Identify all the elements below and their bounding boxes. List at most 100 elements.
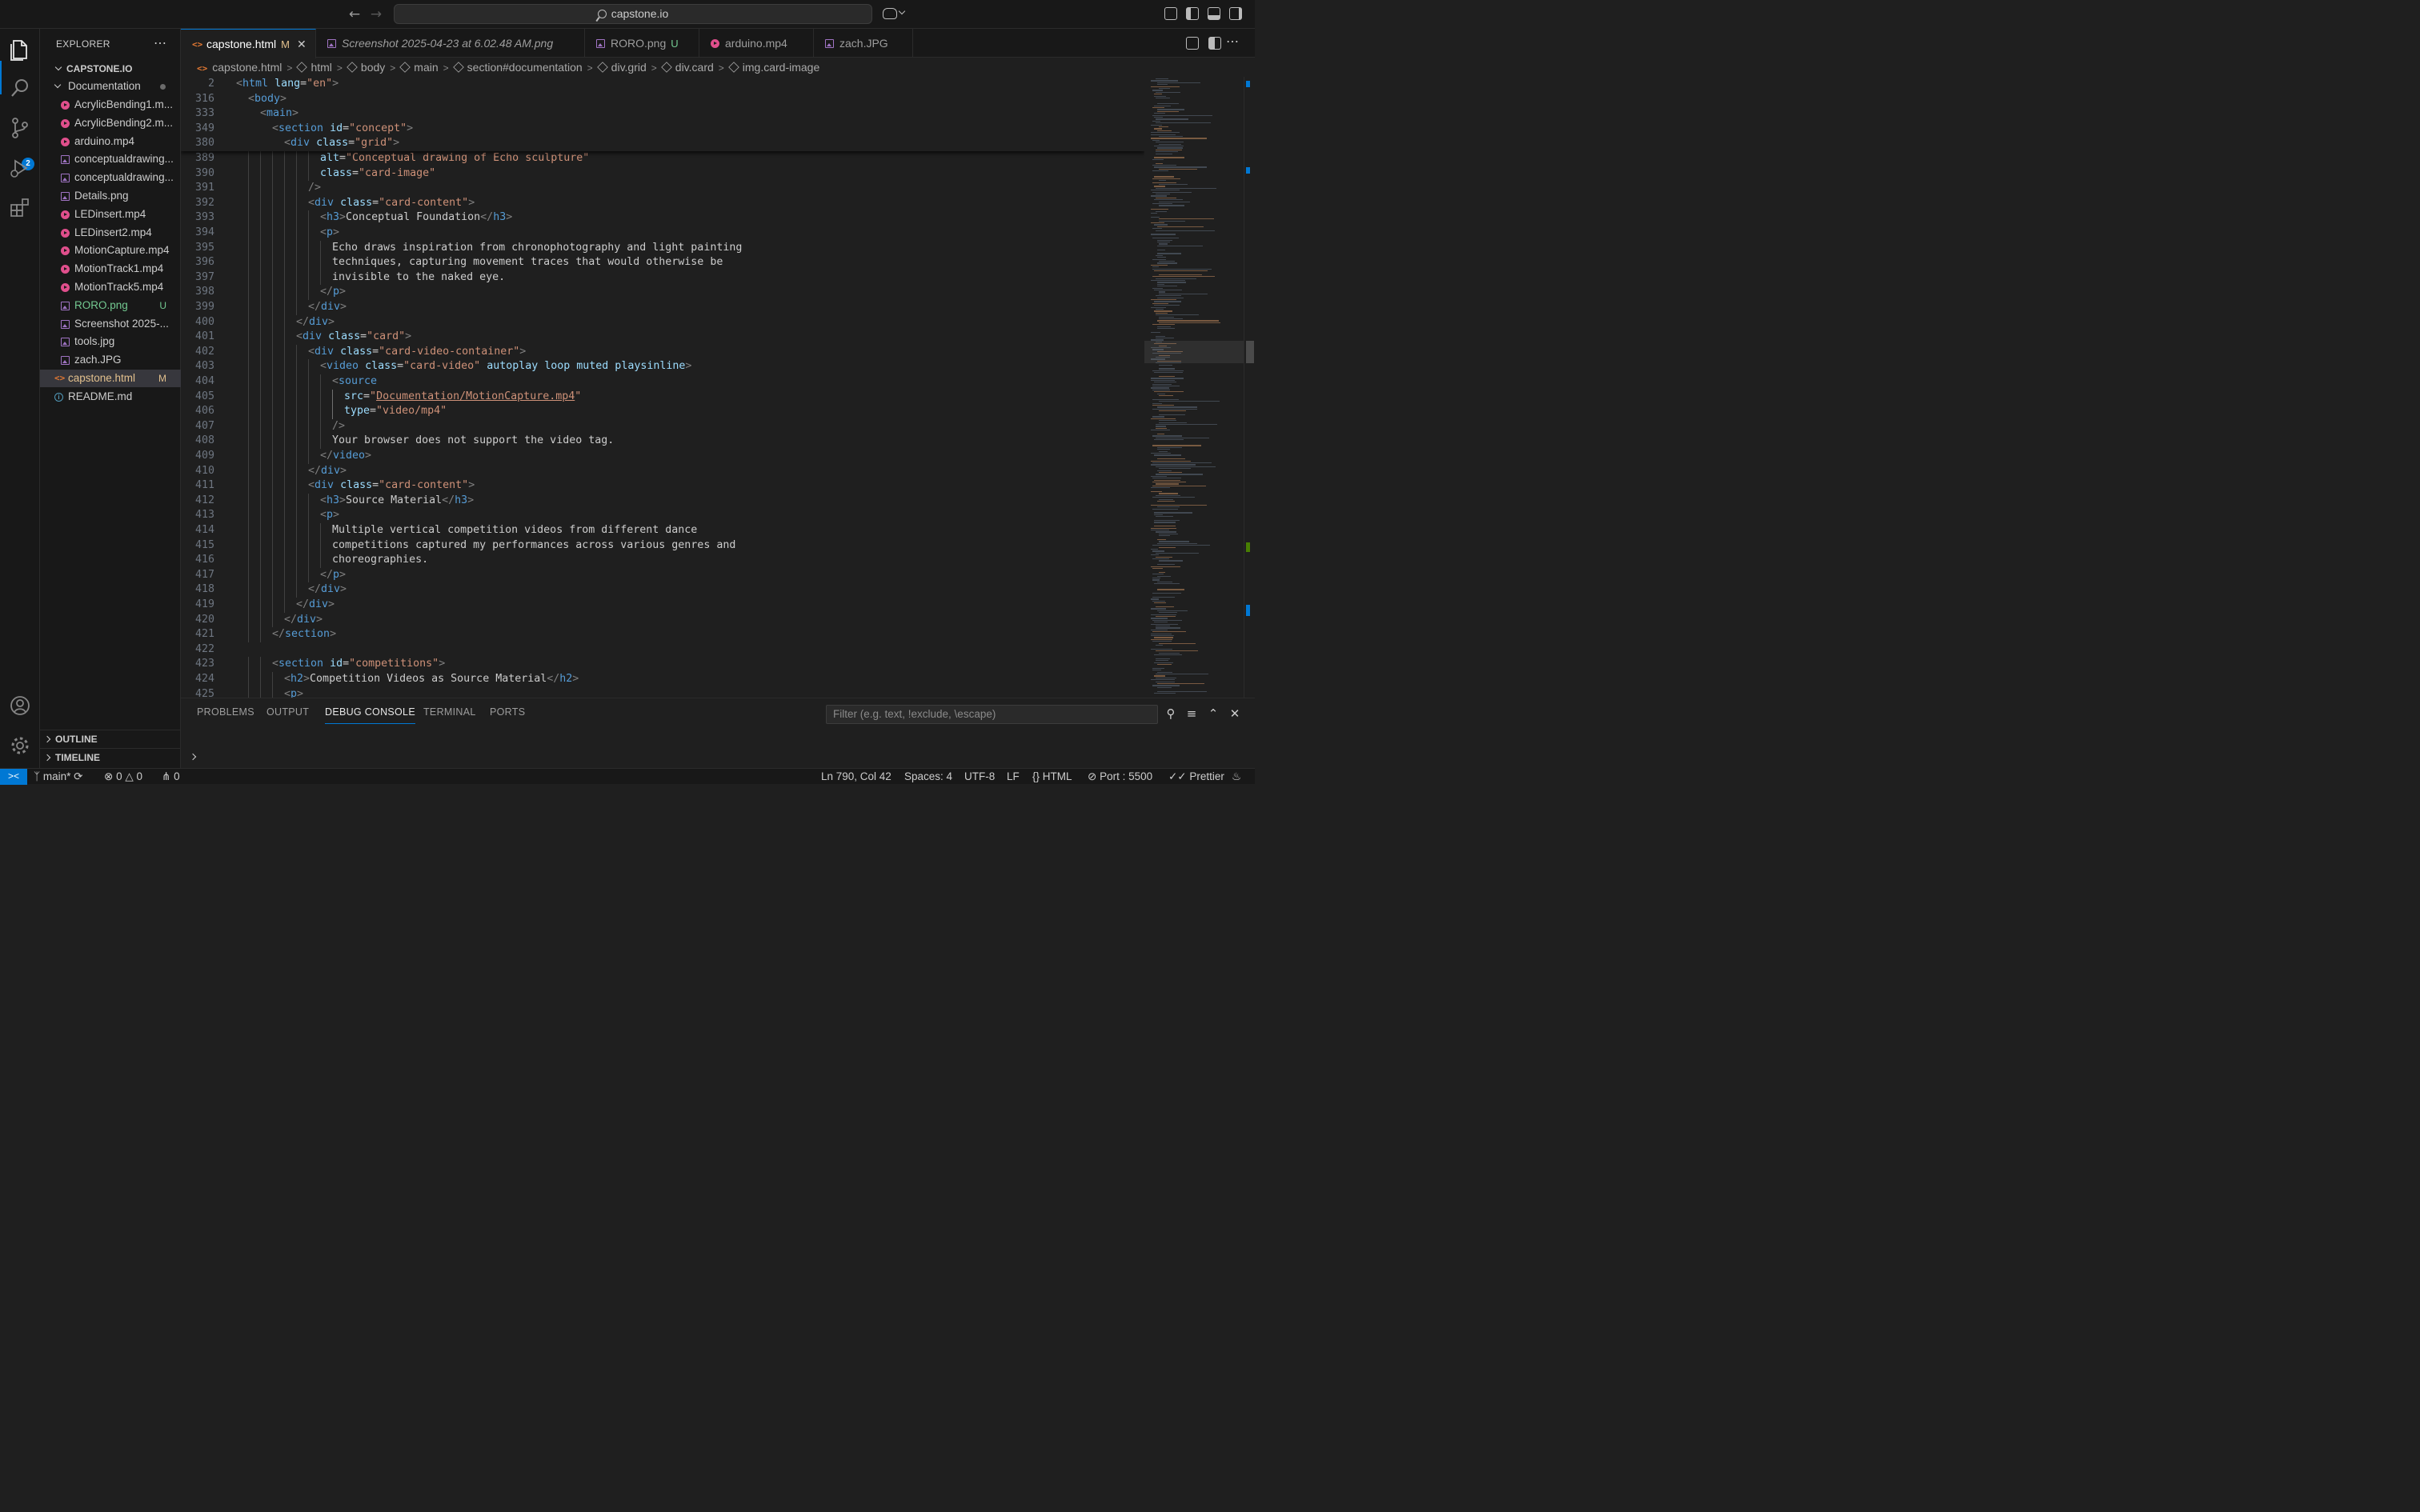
tab-ports[interactable]: PORTS xyxy=(490,706,525,724)
clear-console-icon[interactable]: ≡ xyxy=(1184,706,1199,721)
back-arrow-icon[interactable]: ← xyxy=(346,5,363,24)
list-item[interactable]: LEDinsert.mp4 xyxy=(40,206,181,223)
chevron-down-icon[interactable] xyxy=(898,7,906,15)
breadcrumb-item[interactable]: section#documentation xyxy=(452,61,583,74)
compare-changes-icon[interactable] xyxy=(1186,37,1199,50)
minimap-line xyxy=(1159,316,1174,318)
tab-screenshot[interactable]: Screenshot 2025-04-23 at 6.02.48 AM.png xyxy=(316,29,585,58)
list-item[interactable]: Details.png xyxy=(40,187,181,205)
scrollbar-thumb[interactable] xyxy=(1246,341,1254,363)
copilot-icon[interactable] xyxy=(883,8,897,19)
indent-guide xyxy=(260,151,261,166)
list-item[interactable]: MotionCapture.mp4 xyxy=(40,242,181,259)
image-icon xyxy=(596,39,605,48)
end-of-line[interactable]: LF xyxy=(1007,769,1020,784)
breadcrumb-item[interactable]: div.grid xyxy=(596,61,647,74)
run-debug-icon[interactable] xyxy=(7,155,33,181)
minimap-line xyxy=(1157,686,1172,689)
tab-terminal[interactable]: TERMINAL xyxy=(423,706,476,724)
video-icon xyxy=(61,246,70,256)
toggle-secondary-sidebar-icon[interactable] xyxy=(1229,7,1242,20)
breadcrumb-item[interactable]: img.card-image xyxy=(727,61,819,74)
tab-output[interactable]: OUTPUT xyxy=(266,706,309,724)
code-token: " xyxy=(370,390,377,402)
list-item[interactable]: AcrylicBending2.m... xyxy=(40,114,181,132)
account-icon[interactable] xyxy=(7,693,33,718)
list-item[interactable]: Screenshot 2025-... xyxy=(40,315,181,333)
list-item[interactable]: zach.JPG xyxy=(40,351,181,369)
tab-problems[interactable]: PROBLEMS xyxy=(197,706,254,724)
list-item[interactable]: arduino.mp4 xyxy=(40,133,181,150)
tab-capstone-html[interactable]: <> capstone.html M ✕ xyxy=(181,29,316,58)
breadcrumb-item[interactable]: html xyxy=(296,61,332,74)
toggle-panel-icon[interactable] xyxy=(1208,7,1220,20)
code-line: <h3>Source Material</h3> xyxy=(320,494,474,509)
extensions-icon[interactable] xyxy=(7,195,33,221)
branch-indicator[interactable]: ᛉ main* ⟳ xyxy=(34,769,82,784)
list-item[interactable]: MotionTrack5.mp4 xyxy=(40,278,181,296)
list-item[interactable]: RORO.png U xyxy=(40,297,181,314)
notifications-bell-icon[interactable]: ♨ xyxy=(1232,769,1241,784)
close-icon[interactable]: ✕ xyxy=(297,38,307,50)
minimap-line xyxy=(1151,132,1180,134)
outline-section[interactable]: OUTLINE xyxy=(40,730,181,747)
problems-indicator[interactable]: ⊗ 0 △ 0 xyxy=(104,769,142,784)
warning-icon: △ xyxy=(125,770,134,782)
folder-documentation[interactable]: Documentation xyxy=(40,78,181,95)
editor-scrollbar[interactable] xyxy=(1244,77,1255,698)
cursor-position[interactable]: Ln 790, Col 42 xyxy=(821,769,891,784)
prettier-status[interactable]: ✓✓ Prettier xyxy=(1168,769,1224,784)
more-actions-icon[interactable]: ⋯ xyxy=(1226,34,1239,50)
encoding[interactable]: UTF-8 xyxy=(964,769,995,784)
minimap-line xyxy=(1156,335,1165,337)
file-name: zach.JPG xyxy=(74,354,122,366)
line-number: 423 xyxy=(194,658,214,670)
list-item[interactable]: MotionTrack1.mp4 xyxy=(40,260,181,278)
remote-indicator-icon[interactable]: >< xyxy=(0,769,27,785)
workspace-root[interactable]: CAPSTONE.IO xyxy=(40,60,181,78)
list-item[interactable]: i README.md xyxy=(40,388,181,406)
indent-guide xyxy=(260,344,261,360)
code-line: <p> xyxy=(284,687,303,698)
breadcrumb-item[interactable]: main xyxy=(399,61,439,74)
list-item[interactable]: AcrylicBending1.m... xyxy=(40,96,181,114)
close-panel-icon[interactable]: ✕ xyxy=(1228,706,1242,721)
explorer-icon[interactable] xyxy=(7,36,33,62)
list-item[interactable]: conceptualdrawing... xyxy=(40,169,181,186)
minimap-line xyxy=(1151,504,1207,506)
language-mode[interactable]: {} HTML xyxy=(1032,769,1072,784)
split-editor-icon[interactable] xyxy=(1208,37,1221,50)
list-item[interactable]: <> capstone.html M xyxy=(40,370,181,387)
ports-indicator[interactable]: ⋔ 0 xyxy=(162,769,180,784)
breadcrumb-item[interactable]: <> capstone.html xyxy=(197,61,282,74)
video-icon xyxy=(61,283,70,292)
toggle-primary-sidebar-icon[interactable] xyxy=(1186,7,1199,20)
code-editor[interactable]: 389 alt="Conceptual drawing of Echo sculp… xyxy=(181,77,1144,698)
breadcrumb-item[interactable]: div.card xyxy=(660,61,714,74)
list-item[interactable]: tools.jpg xyxy=(40,333,181,350)
minimap[interactable] xyxy=(1144,77,1244,698)
maximize-panel-icon[interactable]: ⌃ xyxy=(1206,706,1220,721)
list-item[interactable]: conceptualdrawing... xyxy=(40,150,181,168)
tab-debug-console[interactable]: DEBUG CONSOLE xyxy=(325,706,415,724)
filter-input[interactable]: Filter (e.g. text, !exclude, \escape) xyxy=(826,705,1158,724)
video-icon xyxy=(61,137,70,146)
code-token: id xyxy=(330,658,343,670)
search-icon[interactable] xyxy=(7,75,33,101)
indentation[interactable]: Spaces: 4 xyxy=(904,769,952,784)
customize-layout-icon[interactable] xyxy=(1164,7,1177,20)
source-control-icon[interactable] xyxy=(7,115,33,141)
more-actions-icon[interactable]: ⋯ xyxy=(154,35,167,51)
breadcrumb-item[interactable]: body xyxy=(347,61,385,74)
timeline-section[interactable]: TIMELINE xyxy=(40,748,181,766)
tab-arduino-mp4[interactable]: arduino.mp4 xyxy=(699,29,814,58)
command-center-search[interactable]: capstone.io xyxy=(394,4,872,24)
tab-zach-jpg[interactable]: zach.JPG xyxy=(814,29,913,58)
list-item[interactable]: LEDinsert2.mp4 xyxy=(40,224,181,242)
search-icon[interactable]: ⚲ xyxy=(1164,706,1178,721)
forward-arrow-icon[interactable]: → xyxy=(367,5,385,24)
live-server-port[interactable]: ⊘ Port : 5500 xyxy=(1088,769,1152,784)
code-token: </ xyxy=(308,583,322,596)
settings-gear-icon[interactable] xyxy=(7,733,33,758)
tab-roro-png[interactable]: RORO.png U xyxy=(585,29,699,58)
